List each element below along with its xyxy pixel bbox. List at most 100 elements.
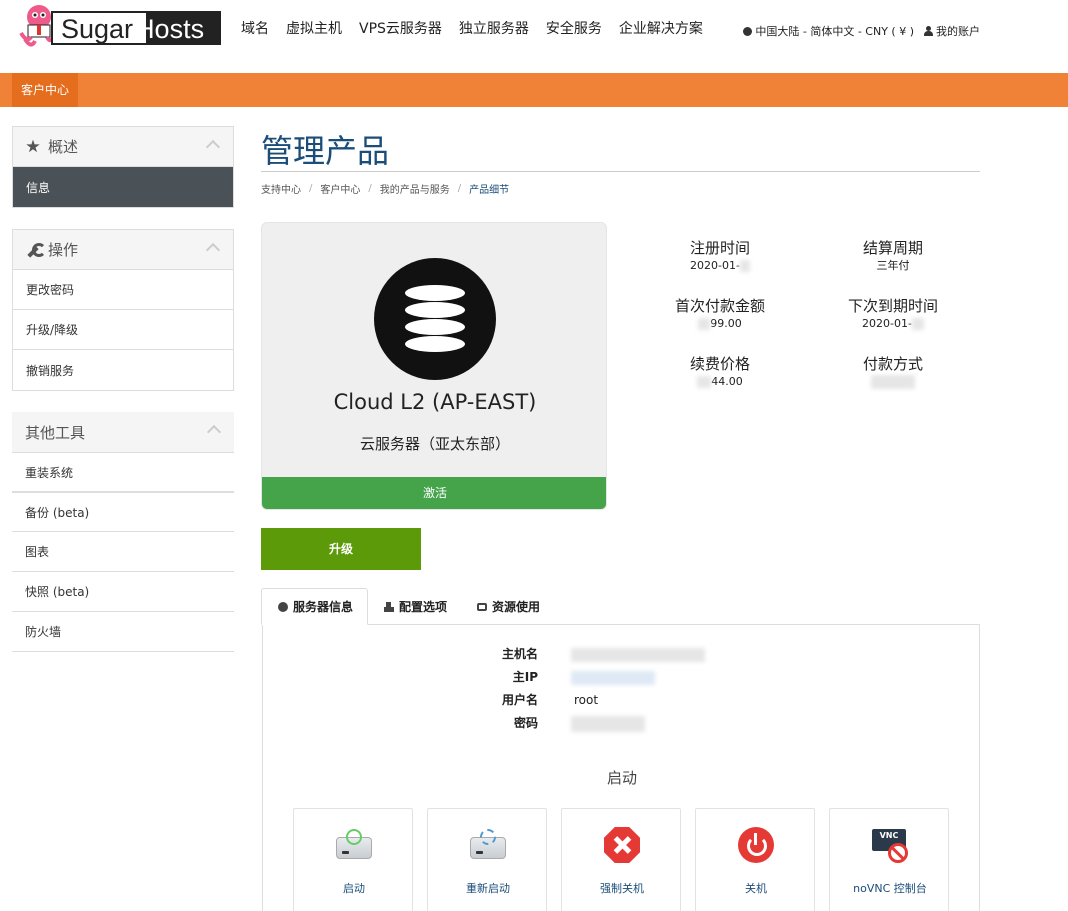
sidebar-item-upgrade-downgrade[interactable]: 升级/降级 [13, 310, 233, 350]
sidebar-item-change-password[interactable]: 更改密码 [13, 270, 233, 310]
password-label: 密码 [513, 716, 538, 730]
payment-method-value [818, 374, 968, 390]
nav-web-hosting[interactable]: 虚拟主机 [286, 20, 342, 38]
sidebar-item-backup[interactable]: 备份 (beta) [12, 492, 234, 532]
registration-date-label: 注册时间 [689, 239, 750, 257]
chevron-up-icon[interactable] [206, 424, 222, 440]
database-icon [374, 258, 496, 380]
tab-config-options[interactable]: 配置选项 [368, 588, 461, 625]
cubes-icon [384, 601, 395, 612]
next-due-date-label: 下次到期时间 [847, 297, 938, 315]
force-shutdown-label: 强制关机 [600, 882, 644, 895]
subnav-bar: 客户中心 [0, 73, 1068, 107]
hdd-icon [477, 602, 488, 611]
payment-method: 付款方式 [818, 354, 968, 390]
renewal-price-label: 续费价格 [689, 355, 750, 373]
logo-text: SugarHosts [61, 14, 204, 44]
shutdown-label: 关机 [745, 882, 767, 895]
overview-panel-header[interactable]: 概述 [13, 127, 233, 167]
tab-server-info[interactable]: 服务器信息 [261, 588, 369, 625]
logo-sugar: Sugar [61, 14, 134, 44]
upgrade-button[interactable]: 升级 [261, 528, 421, 570]
breadcrumb-my-products[interactable]: 我的产品与服务 [380, 181, 450, 196]
sidebar-item-firewall[interactable]: 防火墙 [12, 612, 234, 652]
registration-date: 注册时间 2020-01- [645, 238, 795, 274]
nav-security[interactable]: 安全服务 [546, 20, 602, 38]
overview-panel: 概述 信息 [12, 126, 234, 208]
hostname-row: 主机名 [263, 643, 981, 665]
server-start-icon [336, 827, 372, 863]
force-shutdown-button[interactable]: 强制关机 [561, 808, 681, 911]
logo-hosts: Hosts [135, 14, 205, 44]
nav-domains[interactable]: 域名 [241, 20, 269, 38]
primary-ip-label: 主IP [512, 670, 538, 684]
product-card: Cloud L2 (AP-EAST) 云服务器（亚太东部） 激活 [261, 222, 607, 510]
breadcrumb-support[interactable]: 支持中心 [261, 181, 301, 196]
username-label: 用户名 [501, 693, 538, 707]
server-info-panel: 主机名 主IP 用户名 root 密码 启动 启动 重新启动 强制关机 关机 V… [262, 624, 980, 911]
globe-icon [743, 26, 753, 36]
sidebar-item-snapshots[interactable]: 快照 (beta) [12, 572, 234, 612]
shutdown-button[interactable]: 关机 [695, 808, 815, 911]
payment-method-label: 付款方式 [862, 355, 923, 373]
main-nav: 域名 虚拟主机 VPS云服务器 独立服务器 安全服务 企业解决方案 [241, 20, 720, 38]
billing-cycle: 结算周期 三年付 [818, 238, 968, 274]
tab-resource-usage-label: 资源使用 [492, 600, 541, 614]
sidebar-item-reinstall[interactable]: 重装系统 [12, 452, 234, 492]
sidebar-item-cancel-service[interactable]: 撤销服务 [13, 350, 233, 390]
nav-vps[interactable]: VPS云服务器 [359, 20, 442, 38]
start-button[interactable]: 启动 [293, 808, 413, 911]
product-subtitle: 云服务器（亚太东部） [359, 435, 510, 453]
star-icon [26, 139, 40, 153]
wrench-icon [26, 242, 46, 257]
first-payment-label: 首次付款金额 [674, 297, 765, 315]
tab-resource-usage[interactable]: 资源使用 [461, 588, 554, 625]
tab-config-options-label: 配置选项 [399, 600, 448, 614]
my-account-link[interactable]: 我的账户 [936, 23, 980, 39]
site-header: SugarHosts 域名 虚拟主机 VPS云服务器 独立服务器 安全服务 企业… [0, 0, 1068, 73]
reboot-button[interactable]: 重新启动 [427, 808, 547, 911]
page-title: 管理产品 [261, 132, 390, 170]
reboot-label: 重新启动 [466, 882, 510, 895]
chevron-up-icon[interactable] [205, 139, 221, 155]
globe-icon [278, 601, 288, 612]
sidebar-item-info[interactable]: 信息 [13, 167, 233, 207]
novnc-console-button[interactable]: VNC noVNC 控制台 [829, 808, 949, 911]
nav-enterprise[interactable]: 企业解决方案 [619, 20, 703, 38]
username-value: root [574, 693, 599, 707]
product-name: Cloud L2 (AP-EAST) [333, 390, 537, 414]
username-row: 用户名 root [263, 689, 981, 711]
tools-title: 其他工具 [25, 423, 86, 442]
tab-server-info-label: 服务器信息 [293, 600, 354, 614]
breadcrumb: 支持中心 / 客户中心 / 我的产品与服务 / 产品细节 [261, 181, 510, 196]
sugarhosts-logo[interactable]: SugarHosts [17, 3, 221, 47]
renewal-price-value: 44.00 [645, 374, 795, 390]
breadcrumb-client-center[interactable]: 客户中心 [320, 181, 360, 196]
actions-title: 操作 [48, 241, 79, 259]
server-tabs: 服务器信息 配置选项 资源使用 [261, 588, 554, 625]
actions-panel-header[interactable]: 操作 [13, 230, 233, 270]
tools-panel-header[interactable]: 其他工具 [12, 412, 234, 452]
hostname-value [571, 643, 705, 665]
next-due-date-value: 2020-01- [818, 316, 968, 332]
primary-ip-value [571, 666, 655, 688]
chevron-up-icon[interactable] [205, 242, 221, 258]
user-icon [924, 26, 933, 36]
client-center-tab[interactable]: 客户中心 [12, 73, 79, 107]
locale-selector[interactable]: 中国大陆 - 简体中文 - CNY ( ¥ ) [755, 23, 914, 39]
sidebar-item-graphs[interactable]: 图表 [12, 532, 234, 572]
first-payment: 首次付款金额 99.00 [645, 296, 795, 332]
novnc-console-label: noVNC 控制台 [853, 882, 927, 895]
nav-dedicated[interactable]: 独立服务器 [459, 20, 529, 38]
breadcrumb-product-details: 产品细节 [469, 185, 510, 196]
power-icon [738, 827, 774, 863]
billing-cycle-label: 结算周期 [862, 239, 923, 257]
actions-panel: 操作 更改密码 升级/降级 撤销服务 [12, 229, 234, 391]
first-payment-value: 99.00 [645, 316, 795, 332]
registration-date-value: 2020-01- [645, 258, 795, 274]
tools-panel: 其他工具 重装系统 备份 (beta) 图表 快照 (beta) 防火墙 [12, 412, 234, 652]
primary-ip-row: 主IP [263, 666, 981, 688]
start-label: 启动 [343, 882, 365, 895]
boot-section-title: 启动 [606, 769, 637, 787]
renewal-price: 续费价格 44.00 [645, 354, 795, 390]
